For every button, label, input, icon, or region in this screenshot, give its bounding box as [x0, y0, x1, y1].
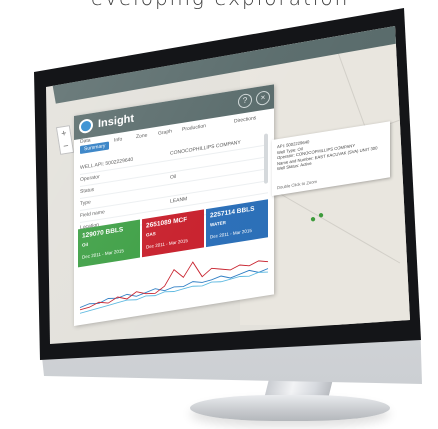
tab-info[interactable]: Info — [114, 136, 122, 143]
tile-range: Dec 2011 - Mar 2015 — [210, 227, 252, 240]
monitor: ● ● + − Insight ? × Summary Data Info Zo… — [0, 0, 438, 429]
tile-value: 129070 BBLS — [82, 226, 124, 240]
detail-value: LEANM — [170, 196, 188, 205]
detail-label: Operator — [80, 173, 100, 184]
detail-value: Oil — [170, 173, 177, 181]
monitor-base — [190, 395, 390, 421]
tile-unit: WATER — [210, 219, 226, 228]
tab-zone[interactable]: Zone — [136, 132, 147, 140]
tab-graph[interactable]: Graph — [158, 128, 172, 136]
popup-hint[interactable]: Double Click to Zoom — [277, 179, 317, 191]
tile-unit: GAS — [146, 231, 156, 238]
details-scrollbar[interactable] — [264, 133, 268, 184]
tab-directions[interactable]: Directions — [234, 115, 256, 125]
map-pin-icon[interactable]: ● — [318, 211, 324, 221]
close-button[interactable]: × — [256, 89, 270, 107]
detail-label: Status — [80, 186, 95, 196]
well-info-panel: Insight ? × Summary Data Info Zone Graph… — [74, 84, 274, 326]
map-road — [269, 187, 401, 264]
tile-value: 2651089 MCF — [146, 216, 188, 230]
tile-value: 2257114 BBLS — [210, 205, 255, 220]
help-button[interactable]: ? — [238, 92, 252, 110]
map-pin-icon[interactable]: ● — [310, 215, 316, 225]
zoom-out-button[interactable]: − — [59, 139, 73, 154]
tile-range: Dec 2011 - Mar 2015 — [82, 248, 124, 260]
app-logo-icon — [79, 117, 93, 135]
tab-production[interactable]: Production — [182, 123, 206, 133]
tile-range: Dec 2011 - Mar 2015 — [146, 237, 188, 250]
detail-label: Field name — [80, 209, 105, 220]
tile-unit: Oil — [82, 241, 89, 248]
detail-label: Type — [80, 199, 91, 208]
zoom-control[interactable]: + − — [55, 125, 75, 155]
